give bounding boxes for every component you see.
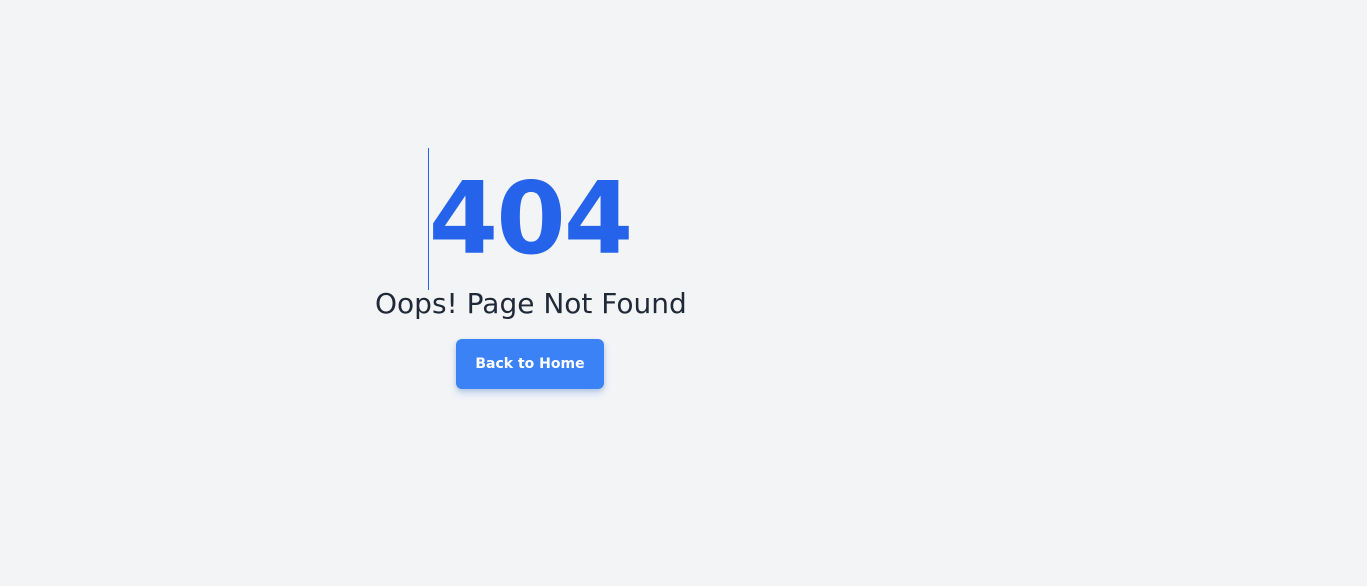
error-code-container: 404 [427,148,634,290]
back-to-home-button[interactable]: Back to Home [456,339,604,389]
text-caret [427,148,429,290]
page-title: Oops! Page Not Found [375,287,687,320]
error-content: 404 Oops! Page Not Found Back to Home [375,148,687,389]
not-found-page: 404 Oops! Page Not Found Back to Home [0,0,1367,586]
error-code: 404 [428,160,634,277]
